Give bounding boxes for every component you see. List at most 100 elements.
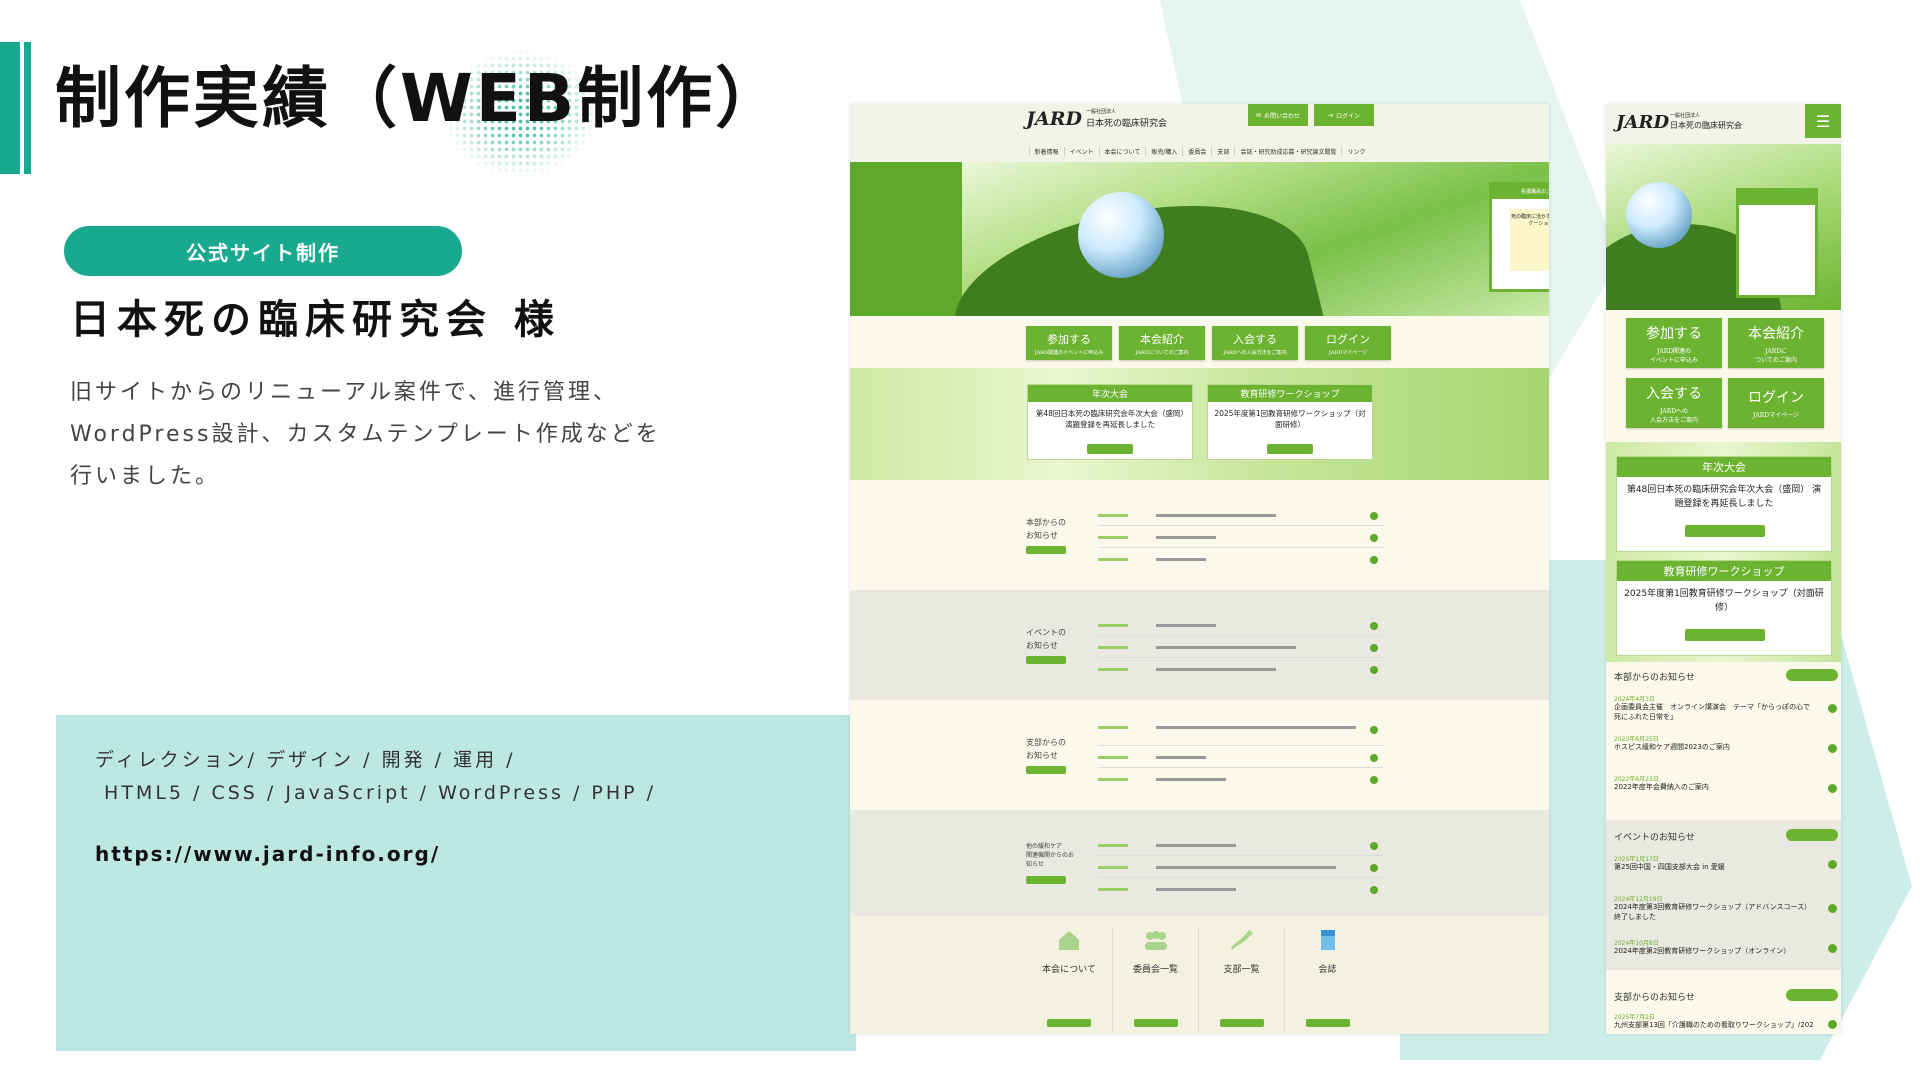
jard-logo: JARD [1026, 108, 1082, 130]
footer-detail-button[interactable] [1305, 1019, 1350, 1027]
button-label: 参加する [1646, 325, 1702, 342]
news-title[interactable] [1156, 646, 1296, 649]
news-date [1098, 646, 1128, 649]
join-button[interactable]: 参加する JARD関連のイベントに申込み [1026, 326, 1112, 360]
news-title[interactable] [1156, 726, 1356, 729]
footer-col-journal[interactable]: 会誌 [1284, 928, 1370, 1032]
arrow-icon[interactable] [1828, 1020, 1837, 1029]
arrow-icon[interactable] [1370, 534, 1378, 542]
card-detail-button[interactable] [1267, 444, 1313, 454]
news-title[interactable]: 2024年度第2回教育研修ワークショップ（オンライン） [1614, 946, 1814, 956]
view-all-button[interactable] [1026, 546, 1066, 554]
site-url-link[interactable]: https://www.jard-info.org/ [95, 842, 440, 866]
view-all-button[interactable] [1026, 766, 1066, 774]
view-all-button[interactable] [1786, 829, 1838, 841]
view-all-button[interactable] [1026, 656, 1066, 664]
news-title[interactable]: 九州支部第13回「介護職のための看取りワークショップ」/2025 [1614, 1020, 1814, 1030]
news-date [1098, 756, 1128, 759]
news-title[interactable] [1156, 866, 1336, 869]
contact-button[interactable]: ✉ お問い合わせ [1248, 104, 1308, 126]
nav-item[interactable]: 会誌・研究助成応募・研究論文閲覧 [1234, 146, 1341, 156]
about-button[interactable]: 本会紹介 JARDに ついてのご案内 [1728, 318, 1824, 368]
arrow-icon[interactable] [1370, 644, 1378, 652]
nav-item[interactable]: 委員会 [1182, 146, 1211, 156]
news-title[interactable] [1156, 624, 1216, 627]
people-icon [1144, 931, 1167, 950]
view-all-button[interactable] [1786, 669, 1838, 681]
footer-detail-button[interactable] [1047, 1019, 1091, 1027]
jard-logo: JARD [1616, 112, 1670, 133]
card-detail-button[interactable] [1685, 629, 1765, 641]
arrow-icon[interactable] [1828, 784, 1837, 793]
view-all-button[interactable] [1786, 989, 1838, 1001]
roles-and-tech: ディレクション/ デザイン / 開発 / 運用 / HTML5 / CSS / … [95, 744, 656, 810]
label-line: イベントの [1026, 628, 1066, 637]
tech-line: HTML5 / CSS / JavaScript / WordPress / P… [95, 782, 657, 804]
news-title[interactable] [1156, 844, 1236, 847]
footer-detail-button[interactable] [1219, 1019, 1264, 1027]
footer-col-committees[interactable]: 委員会一覧 [1112, 928, 1198, 1032]
card-detail-button[interactable] [1685, 525, 1765, 537]
arrow-icon[interactable] [1370, 556, 1378, 564]
annual-meeting-card[interactable]: 年次大会 第48回日本死の臨床研究会年次大会（盛岡） 演題登録を再延長しました [1616, 456, 1832, 552]
nav-item[interactable]: リンク [1341, 146, 1370, 156]
join-button[interactable]: 参加する JARD関連の イベントに申込み [1626, 318, 1722, 368]
footer-detail-button[interactable] [1133, 1019, 1178, 1027]
arrow-icon[interactable] [1828, 744, 1837, 753]
arrow-icon[interactable] [1828, 860, 1837, 869]
arrow-icon[interactable] [1828, 904, 1837, 913]
mypage-login-button[interactable]: ログイン JARDマイページ [1728, 378, 1824, 428]
footer-col-about[interactable]: 本会について [1026, 928, 1112, 1032]
login-button[interactable]: ⇥ ログイン [1314, 104, 1374, 126]
contact-button-label: お問い合わせ [1264, 112, 1301, 120]
arrow-icon[interactable] [1370, 726, 1378, 734]
news-title[interactable]: ホスピス緩和ケア週間2023のご案内 [1614, 742, 1814, 752]
divider [1098, 877, 1384, 878]
news-title[interactable] [1156, 536, 1216, 539]
news-title[interactable] [1156, 514, 1276, 517]
nav-item[interactable]: 販売/購入 [1145, 146, 1182, 156]
arrow-icon[interactable] [1370, 666, 1378, 674]
news-title[interactable] [1156, 756, 1206, 759]
news-date [1098, 866, 1128, 869]
arrow-icon[interactable] [1370, 622, 1378, 630]
hamburger-menu-icon[interactable]: ☰ [1805, 104, 1841, 138]
membership-button[interactable]: 入会する JARDへの入会方法をご案内 [1212, 326, 1298, 360]
mypage-login-button[interactable]: ログイン JARDマイページ [1305, 326, 1391, 360]
arrow-icon[interactable] [1370, 886, 1378, 894]
login-button-label: ログイン [1336, 112, 1361, 120]
news-title[interactable] [1156, 668, 1276, 671]
arrow-icon[interactable] [1828, 944, 1837, 953]
news-title[interactable]: 2022年度年会費納入のご案内 [1614, 782, 1814, 792]
news-title[interactable]: 2024年度第3回教育研修ワークショップ（アドバンスコース）終了しました [1614, 902, 1814, 922]
footer-col-branches[interactable]: 支部一覧 [1198, 928, 1284, 1032]
arrow-icon[interactable] [1370, 776, 1378, 784]
mobile-screenshot: JARD 一般社団法人 日本死の臨床研究会 ☰ 参加する JARD関連の イベント… [1606, 104, 1841, 1034]
page-title: 制作実績（WEB制作） [55, 60, 785, 137]
arrow-icon[interactable] [1370, 864, 1378, 872]
card-detail-button[interactable] [1087, 444, 1133, 454]
arrow-icon[interactable] [1828, 704, 1837, 713]
button-sub: JARDへの 入会方法をご案内 [1649, 407, 1698, 424]
arrow-icon[interactable] [1370, 842, 1378, 850]
news-title[interactable]: 第25回中国・四国支部大会 in 愛媛 [1614, 862, 1814, 872]
arrow-icon[interactable] [1370, 754, 1378, 762]
nav-item[interactable]: 支部 [1211, 146, 1234, 156]
nav-item[interactable]: イベント [1063, 146, 1099, 156]
divider [1098, 855, 1384, 856]
membership-button[interactable]: 入会する JARDへの 入会方法をご案内 [1626, 378, 1722, 428]
news-title[interactable] [1156, 558, 1206, 561]
flyer-image[interactable] [1736, 188, 1818, 298]
nav-item[interactable]: 本会について [1098, 146, 1146, 156]
about-button[interactable]: 本会紹介 JARDについてのご案内 [1119, 326, 1205, 360]
card-title: 年次大会 [1617, 457, 1831, 477]
news-title[interactable] [1156, 778, 1226, 781]
arrow-icon[interactable] [1370, 512, 1378, 520]
view-all-button[interactable] [1026, 876, 1066, 884]
flyer-image[interactable]: 看護職員のご案内 死の臨床に活かすコミュニケーション [1489, 182, 1549, 292]
news-title[interactable]: 企画委員会主催 オンライン講演会 テーマ「からっぽの心で死にふれた日常を」 [1614, 702, 1814, 722]
workshop-card[interactable]: 教育研修ワークショップ 2025年度第1回教育研修ワークショップ（対面研修） [1616, 560, 1832, 656]
news-title[interactable] [1156, 888, 1236, 891]
news-section-hq: 本部からの お知らせ [850, 480, 1549, 590]
nav-item[interactable]: 新着情報 [1028, 146, 1064, 156]
